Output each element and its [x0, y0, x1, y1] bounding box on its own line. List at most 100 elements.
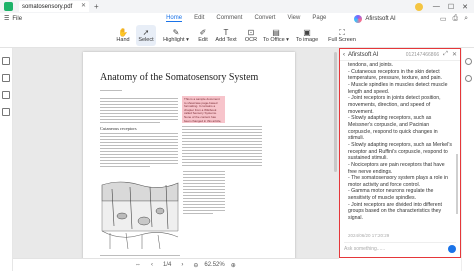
- ai-panel-title: Afirstsoft AI: [348, 51, 379, 58]
- next-page-icon[interactable]: ›: [181, 262, 183, 268]
- menu-home[interactable]: Home: [166, 15, 183, 22]
- maximize-icon[interactable]: ☐: [448, 3, 454, 11]
- edit-button[interactable]: ✐ Edit: [194, 25, 212, 46]
- ocr-label: OCR: [244, 37, 258, 43]
- zoom-in-icon[interactable]: ⊕: [231, 262, 236, 269]
- zoom-level[interactable]: 62.52%: [204, 262, 224, 268]
- caption-line: [183, 213, 213, 215]
- text-line: [100, 104, 178, 106]
- section-heading: Cutaneous receptors: [100, 126, 137, 131]
- close-window-icon[interactable]: ✕: [462, 3, 468, 11]
- full-screen-button[interactable]: ⛶ Full Screen: [328, 25, 356, 46]
- full-screen-label: Full Screen: [328, 37, 356, 43]
- app-logo-icon: [4, 2, 13, 11]
- text-line: [100, 113, 178, 115]
- text-line: [100, 157, 178, 159]
- ai-assistant-panel: ‹ Afirstsoft AI 012147466866 ⤢ ✕ tendons…: [339, 48, 461, 258]
- text-line: [182, 135, 262, 137]
- text-line: [100, 160, 178, 162]
- file-menu-label: File: [12, 15, 23, 22]
- caption-line: [183, 186, 225, 188]
- ai-input-placeholder: Ask something......: [344, 245, 386, 252]
- add-text-button[interactable]: T Add Text: [213, 25, 239, 46]
- ocr-button[interactable]: ⊡ OCR: [242, 25, 260, 46]
- ai-sidebar-icon[interactable]: [464, 58, 472, 65]
- zoom-out-icon[interactable]: ⊖: [193, 262, 198, 269]
- ai-assistant-button[interactable]: Afirstsoft AI: [354, 14, 396, 23]
- to-image-label: To image: [295, 37, 319, 43]
- properties-icon[interactable]: [464, 75, 472, 82]
- session-id: 012147466866: [405, 51, 440, 58]
- comments-icon[interactable]: [2, 91, 10, 99]
- menu-bar: ☰ File Home Edit Comment Convert View Pa…: [0, 13, 474, 24]
- document-tab-title: somatosensory.pdf: [22, 3, 73, 10]
- document-canvas[interactable]: Anatomy of the Somatosensory System Cuta…: [13, 48, 339, 262]
- send-icon[interactable]: [448, 244, 456, 253]
- text-line: [100, 142, 178, 144]
- page-indicator[interactable]: 1/4: [163, 262, 171, 268]
- toolbar: ✋ Hand ➚ Select ✎ Highlight ▾ ✐ Edit T A…: [0, 24, 474, 48]
- text-line: [182, 159, 262, 161]
- add-text-icon: T: [223, 28, 229, 37]
- text-line: [182, 129, 262, 131]
- ai-chat-input[interactable]: Ask something......: [344, 242, 456, 254]
- to-image-button[interactable]: ▣ To image: [294, 25, 320, 46]
- expand-icon[interactable]: ⤢: [443, 51, 448, 58]
- document-tab[interactable]: somatosensory.pdf ✕: [19, 1, 89, 12]
- print-icon[interactable]: ⎙: [452, 15, 458, 23]
- menu-view[interactable]: View: [287, 15, 300, 22]
- caption-line: [183, 189, 225, 191]
- add-text-label: Add Text: [215, 37, 237, 43]
- premium-icon[interactable]: [414, 2, 423, 11]
- caption-line: [183, 183, 225, 185]
- sticky-note[interactable]: This is a sample document to showcase pa…: [182, 96, 225, 123]
- new-tab-icon[interactable]: +: [94, 2, 99, 11]
- text-line: [182, 126, 262, 128]
- to-office-button[interactable]: ▤ To Office ▾: [261, 25, 291, 46]
- pdf-page[interactable]: Anatomy of the Somatosensory System Cuta…: [83, 52, 295, 262]
- canvas-scrollbar[interactable]: [334, 52, 337, 172]
- full-screen-icon: ⛶: [339, 28, 345, 37]
- menu-comment[interactable]: Comment: [216, 15, 242, 22]
- text-line: [182, 132, 262, 134]
- file-menu[interactable]: ☰ File: [4, 15, 23, 23]
- author-line: [100, 90, 122, 92]
- save-icon[interactable]: ▭: [440, 15, 447, 23]
- edit-icon: ✐: [199, 28, 207, 37]
- text-line: [100, 151, 178, 153]
- close-panel-icon[interactable]: ✕: [452, 51, 457, 58]
- ai-assistant-label: Afirstsoft AI: [365, 15, 396, 22]
- fit-width-icon[interactable]: ⇔: [135, 262, 141, 268]
- hand-icon: ✋: [118, 28, 128, 37]
- right-sidebar: [461, 48, 474, 271]
- text-line: [100, 133, 178, 135]
- text-line: [182, 162, 262, 164]
- caption-line: [183, 195, 225, 197]
- bookmark-icon[interactable]: [2, 74, 10, 82]
- menu-convert[interactable]: Convert: [254, 15, 275, 22]
- search-panel-icon[interactable]: [2, 108, 10, 116]
- caption-line: [183, 210, 225, 212]
- ai-panel-scrollbar[interactable]: [456, 154, 458, 214]
- ocr-icon: ⊡: [247, 28, 255, 37]
- minimize-icon[interactable]: —: [433, 3, 440, 11]
- prev-page-icon[interactable]: ‹: [151, 262, 153, 268]
- left-sidebar: [0, 48, 13, 271]
- close-tab-icon[interactable]: ✕: [81, 2, 86, 9]
- search-icon[interactable]: ⌕: [464, 15, 468, 23]
- hand-tool-label: Hand: [116, 37, 130, 43]
- text-line: [100, 116, 178, 118]
- hand-tool-button[interactable]: ✋ Hand: [112, 25, 134, 46]
- select-tool-button[interactable]: ➚ Select: [136, 25, 156, 46]
- thumbnails-icon[interactable]: [2, 57, 10, 65]
- menu-edit[interactable]: Edit: [194, 15, 204, 22]
- highlight-button[interactable]: ✎ Highlight ▾: [162, 25, 190, 46]
- highlighter-icon: ✎: [172, 28, 180, 37]
- menu-page[interactable]: Page: [312, 15, 326, 22]
- caption-line: [183, 171, 225, 173]
- footnote-line: [100, 255, 180, 257]
- back-icon[interactable]: ‹: [343, 52, 345, 58]
- ai-logo-icon: [354, 14, 363, 23]
- text-line: [100, 110, 178, 112]
- caption-line: [183, 192, 225, 194]
